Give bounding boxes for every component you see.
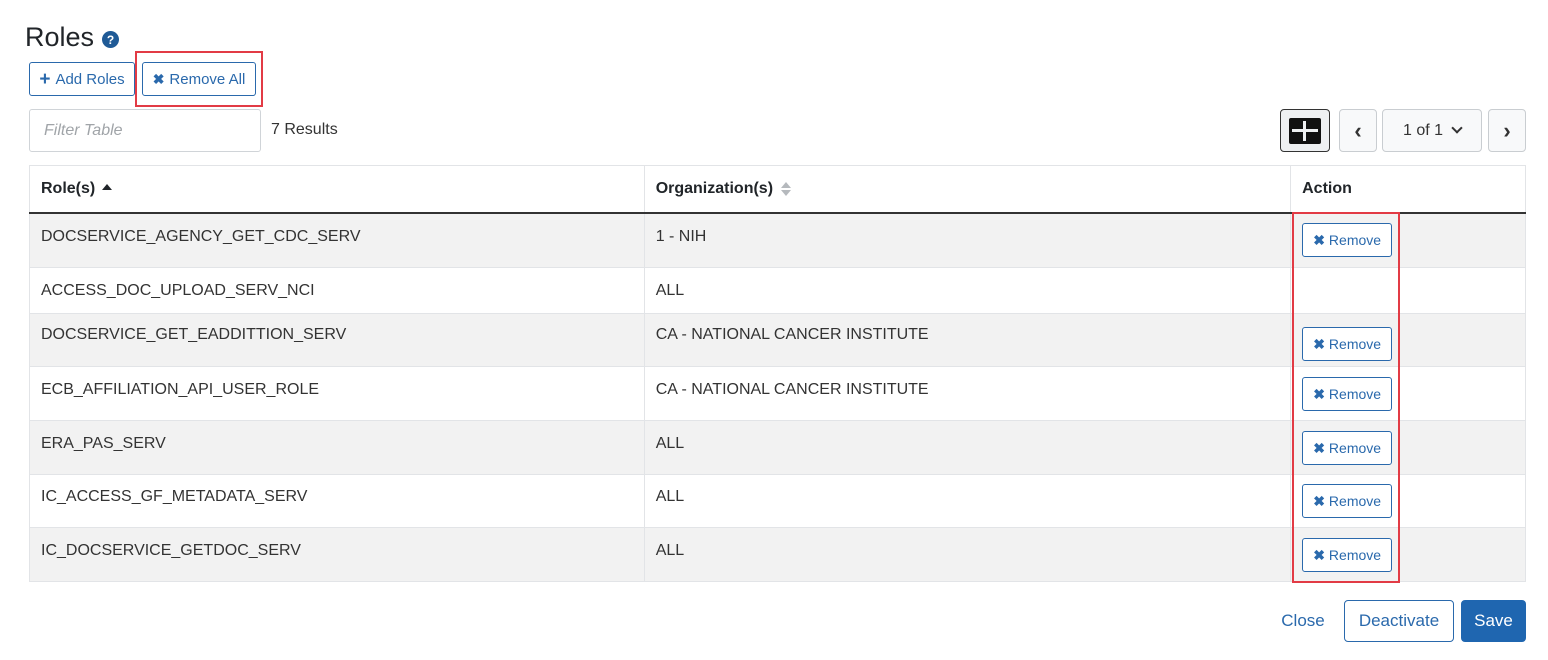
remove-label: Remove bbox=[1328, 385, 1382, 402]
column-header-action: Action bbox=[1290, 165, 1526, 214]
close-icon: ✖ bbox=[1313, 232, 1325, 249]
organization-text: CA - NATIONAL CANCER INSTITUTE bbox=[655, 380, 929, 398]
action-cell: ✖ Remove bbox=[1290, 474, 1526, 528]
remove-all-label: Remove All bbox=[169, 70, 246, 88]
role-text: IC_ACCESS_GF_METADATA_SERV bbox=[41, 488, 308, 505]
close-icon: ✖ bbox=[1313, 439, 1325, 456]
page-select-value: 1 of 1 bbox=[1402, 121, 1444, 139]
deactivate-button[interactable]: Deactivate bbox=[1344, 600, 1454, 642]
chevron-left-icon: ‹ bbox=[1354, 117, 1362, 143]
filter-table-input[interactable] bbox=[29, 109, 261, 152]
remove-button[interactable]: ✖ Remove bbox=[1302, 223, 1393, 258]
column-header-organization[interactable]: Organization(s) bbox=[643, 165, 1292, 214]
grid-icon bbox=[1289, 117, 1321, 144]
add-roles-button[interactable]: + Add Roles bbox=[29, 62, 135, 96]
organization-text: ALL bbox=[655, 541, 685, 559]
organization-cell: CA - NATIONAL CANCER INSTITUTE bbox=[643, 366, 1292, 421]
role-text: ACCESS_DOC_UPLOAD_SERV_NCI bbox=[41, 281, 315, 299]
table-row: ERA_PAS_SERV ALL ✖ Remove bbox=[29, 420, 1526, 475]
role-cell: IC_ACCESS_GF_METADATA_SERV bbox=[29, 474, 645, 528]
role-cell: DOCSERVICE_GET_EADDITTION_SERV bbox=[29, 313, 645, 367]
remove-all-button[interactable]: ✖ Remove All bbox=[142, 62, 256, 96]
remove-button[interactable]: ✖ Remove bbox=[1302, 537, 1393, 572]
role-text: DOCSERVICE_GET_EADDITTION_SERV bbox=[41, 326, 347, 343]
add-roles-label: Add Roles bbox=[55, 70, 125, 88]
remove-button[interactable]: ✖ Remove bbox=[1302, 327, 1393, 361]
close-icon: ✖ bbox=[1313, 493, 1325, 509]
action-cell bbox=[1290, 267, 1526, 314]
organization-cell: ALL bbox=[643, 474, 1292, 528]
action-cell: ✖ Remove bbox=[1290, 313, 1526, 367]
role-cell: DOCSERVICE_AGENCY_GET_CDC_SERV bbox=[29, 212, 645, 268]
page-title: Roles bbox=[25, 22, 95, 52]
organization-text: 1 - NIH bbox=[655, 228, 707, 246]
plus-icon: + bbox=[39, 68, 51, 90]
remove-label: Remove bbox=[1328, 336, 1382, 352]
action-cell: ✖ Remove bbox=[1290, 366, 1526, 421]
remove-label: Remove bbox=[1328, 439, 1382, 456]
remove-button[interactable]: ✖ Remove bbox=[1302, 484, 1393, 518]
role-cell: IC_DOCSERVICE_GETDOC_SERV bbox=[29, 527, 645, 582]
sort-icon bbox=[781, 181, 792, 196]
organization-text: ALL bbox=[655, 281, 685, 299]
column-header-role[interactable]: Role(s) bbox=[29, 165, 645, 214]
roles-table: Role(s) Organization(s) Action DOCSERVIC… bbox=[29, 165, 1526, 582]
column-header-action-label: Action bbox=[1302, 179, 1352, 197]
remove-button[interactable]: ✖ Remove bbox=[1302, 376, 1393, 411]
page-select[interactable]: 1 of 1 bbox=[1382, 109, 1482, 152]
role-text: ECB_AFFILIATION_API_USER_ROLE bbox=[41, 380, 320, 398]
role-text: DOCSERVICE_AGENCY_GET_CDC_SERV bbox=[41, 228, 361, 246]
sort-ascending-icon bbox=[102, 183, 113, 190]
organization-text: ALL bbox=[655, 434, 685, 452]
table-row: IC_DOCSERVICE_GETDOC_SERV ALL ✖ Remove bbox=[29, 527, 1526, 582]
organization-text: ALL bbox=[655, 488, 685, 505]
remove-button[interactable]: ✖ Remove bbox=[1302, 430, 1393, 465]
help-icon[interactable]: ? bbox=[102, 31, 120, 48]
remove-label: Remove bbox=[1328, 546, 1382, 563]
grid-view-button[interactable] bbox=[1280, 109, 1330, 152]
save-button[interactable]: Save bbox=[1461, 600, 1526, 642]
chevron-down-icon bbox=[1451, 122, 1463, 134]
results-count: 7 Results bbox=[271, 121, 338, 138]
organization-cell: ALL bbox=[643, 267, 1292, 314]
remove-label: Remove bbox=[1328, 493, 1382, 509]
column-header-role-label: Role(s) bbox=[41, 179, 96, 197]
organization-text: CA - NATIONAL CANCER INSTITUTE bbox=[655, 326, 929, 343]
table-row: DOCSERVICE_AGENCY_GET_CDC_SERV 1 - NIH ✖… bbox=[29, 212, 1526, 268]
close-icon: ✖ bbox=[1313, 546, 1325, 563]
chevron-right-icon: › bbox=[1503, 117, 1511, 143]
role-cell: ERA_PAS_SERV bbox=[29, 420, 645, 475]
organization-cell: ALL bbox=[643, 527, 1292, 582]
table-row: ACCESS_DOC_UPLOAD_SERV_NCI ALL bbox=[29, 267, 1526, 314]
table-row: ECB_AFFILIATION_API_USER_ROLE CA - NATIO… bbox=[29, 366, 1526, 421]
action-cell: ✖ Remove bbox=[1290, 527, 1526, 582]
organization-cell: 1 - NIH bbox=[643, 212, 1292, 268]
role-text: ERA_PAS_SERV bbox=[41, 434, 166, 452]
organization-cell: CA - NATIONAL CANCER INSTITUTE bbox=[643, 313, 1292, 367]
table-row: DOCSERVICE_GET_EADDITTION_SERV CA - NATI… bbox=[29, 313, 1526, 367]
close-icon: ✖ bbox=[152, 71, 165, 87]
role-cell: ACCESS_DOC_UPLOAD_SERV_NCI bbox=[29, 267, 645, 314]
previous-page-button[interactable]: ‹ bbox=[1339, 109, 1377, 152]
table-header-row: Role(s) Organization(s) Action bbox=[29, 165, 1526, 214]
action-cell: ✖ Remove bbox=[1290, 212, 1526, 268]
role-text: IC_DOCSERVICE_GETDOC_SERV bbox=[41, 541, 301, 559]
role-cell: ECB_AFFILIATION_API_USER_ROLE bbox=[29, 366, 645, 421]
column-header-organization-label: Organization(s) bbox=[655, 179, 774, 197]
next-page-button[interactable]: › bbox=[1488, 109, 1526, 152]
remove-label: Remove bbox=[1328, 232, 1382, 249]
table-row: IC_ACCESS_GF_METADATA_SERV ALL ✖ Remove bbox=[29, 474, 1526, 528]
close-icon: ✖ bbox=[1313, 336, 1325, 352]
close-button[interactable]: Close bbox=[1270, 600, 1336, 642]
organization-cell: ALL bbox=[643, 420, 1292, 475]
action-cell: ✖ Remove bbox=[1290, 420, 1526, 475]
section-header: Roles ? bbox=[25, 22, 120, 53]
close-icon: ✖ bbox=[1313, 385, 1325, 402]
